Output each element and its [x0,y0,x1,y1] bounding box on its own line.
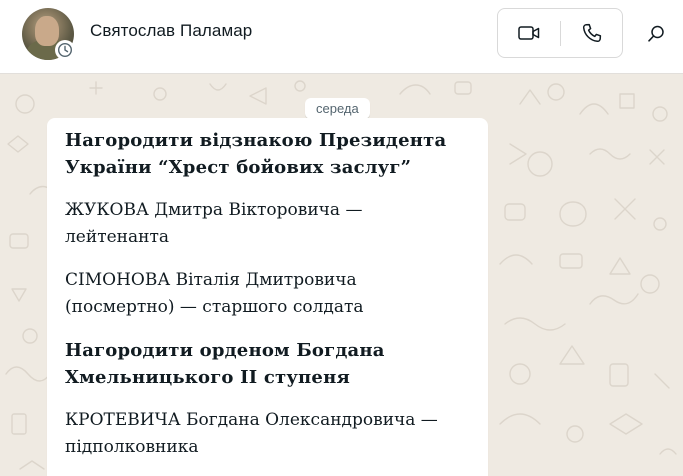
video-camera-icon [518,26,540,40]
message-entry: КРОТЕВИЧА Богдана Олександровича — підпо… [65,410,438,457]
message-heading-award-cross: Нагородити відзнакою Президента України … [65,130,447,178]
phone-icon [582,23,602,43]
message-bubble[interactable]: Нагородити відзнакою Президента України … [47,118,488,476]
voice-call-button[interactable] [561,9,623,57]
search-button[interactable] [640,18,672,50]
message-heading-order-khmelnytsky: Нагородити орденом Богдана Хмельницького… [65,340,385,388]
search-icon [648,25,664,42]
status-clock-icon [55,40,75,60]
call-buttons-group [497,8,623,58]
message-entry: ЖУКОВА Дмитра Вікторовича — лейтенанта [65,200,363,247]
contact-name[interactable]: Святослав Паламар [90,21,252,41]
chat-area[interactable]: середа Нагородити відзнакою Президента У… [0,74,683,476]
video-call-button[interactable] [498,9,560,57]
date-separator: середа [305,98,370,119]
message-entry: СІМОНОВА Віталія Дмитровича (посмертно) … [65,270,364,317]
chat-header: Святослав Паламар [0,0,683,74]
avatar-face-shape [35,16,59,46]
